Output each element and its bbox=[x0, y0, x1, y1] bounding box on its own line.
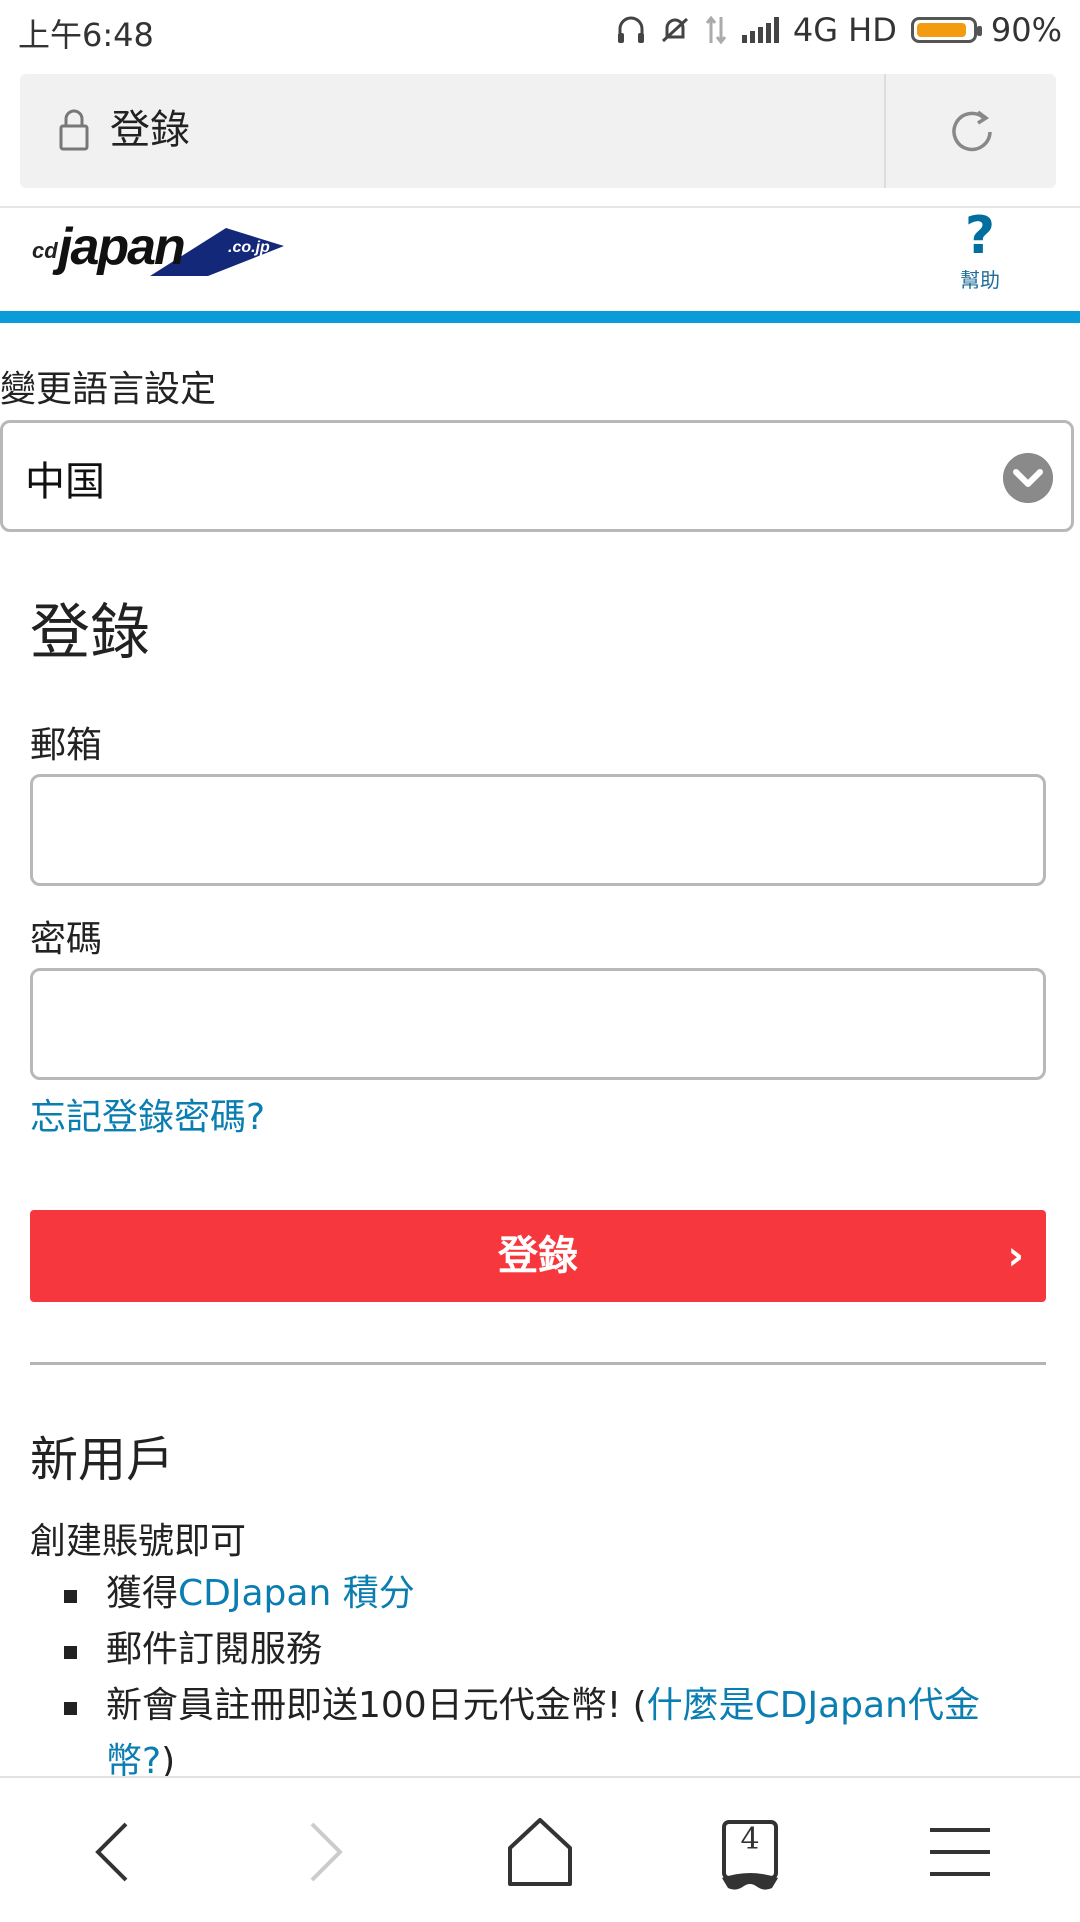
home-icon[interactable] bbox=[500, 1812, 580, 1892]
status-time: 上午6:48 bbox=[18, 16, 154, 54]
tab-count: 4 bbox=[740, 1822, 760, 1857]
language-selected: 中国 bbox=[25, 459, 105, 505]
chevron-right-icon: › bbox=[1007, 1233, 1024, 1279]
section-divider bbox=[30, 1362, 1046, 1365]
chevron-down-icon bbox=[1003, 453, 1053, 503]
list-item: 獲得CDJapan 積分 bbox=[30, 1566, 1040, 1622]
cdjapan-logo[interactable]: cd japan .co.jp bbox=[30, 220, 290, 280]
help-label: 幫助 bbox=[960, 268, 1000, 292]
menu-icon[interactable] bbox=[920, 1812, 1000, 1892]
svg-text:cd: cd bbox=[32, 238, 58, 263]
lock-icon bbox=[59, 109, 89, 151]
browser-bottom-nav: 4 bbox=[0, 1776, 1080, 1922]
tabs-button[interactable]: 4 bbox=[710, 1812, 790, 1892]
address-divider bbox=[884, 74, 886, 188]
list-item: 新會員註冊即送100日元代金幣! (什麼是CDJapan代金幣?) bbox=[30, 1678, 1040, 1790]
password-field[interactable] bbox=[30, 968, 1046, 1080]
svg-text:japan: japan bbox=[52, 220, 184, 276]
back-icon[interactable] bbox=[74, 1812, 154, 1892]
login-title: 登錄 bbox=[30, 598, 150, 668]
headphones-icon bbox=[617, 16, 644, 43]
forgot-password-link[interactable]: 忘記登錄密碼? bbox=[30, 1088, 265, 1140]
svg-text:.co.jp: .co.jp bbox=[228, 239, 270, 256]
forward-icon[interactable] bbox=[284, 1812, 364, 1892]
help-icon: ? bbox=[964, 206, 996, 266]
reload-icon[interactable] bbox=[944, 104, 1000, 160]
help-button[interactable]: ? 幫助 bbox=[940, 208, 1020, 308]
language-select[interactable]: 中国 bbox=[0, 420, 1074, 532]
new-user-intro: 創建賬號即可 bbox=[30, 1521, 247, 1562]
language-label: 變更語言設定 bbox=[0, 369, 217, 410]
status-icons: 4G HD 90% bbox=[616, 10, 1062, 50]
email-label: 郵箱 bbox=[30, 725, 103, 766]
new-user-title: 新用戶 bbox=[30, 1432, 175, 1488]
login-button-label: 登錄 bbox=[498, 1233, 578, 1279]
password-label: 密碼 bbox=[30, 919, 103, 960]
address-bar[interactable]: 登錄 bbox=[20, 74, 1056, 188]
site-header: cd japan .co.jp ? 幫助 bbox=[0, 206, 1080, 322]
points-link[interactable]: CDJapan 積分 bbox=[178, 1573, 415, 1614]
email-field[interactable] bbox=[30, 774, 1046, 886]
mute-bell-icon bbox=[661, 17, 688, 43]
network-type: 4G HD bbox=[792, 11, 897, 49]
header-accent-bar bbox=[0, 311, 1080, 323]
benefits-list: 獲得CDJapan 積分 郵件訂閱服務 新會員註冊即送100日元代金幣! (什麼… bbox=[30, 1566, 1040, 1790]
battery-percent: 90% bbox=[990, 11, 1062, 49]
status-bar: 上午6:48 4G HD 90% bbox=[0, 0, 1080, 62]
login-button[interactable]: 登錄 › bbox=[30, 1210, 1046, 1302]
data-transfer-icon bbox=[705, 15, 727, 45]
page-title[interactable]: 登錄 bbox=[110, 100, 190, 160]
battery-icon bbox=[910, 17, 982, 43]
signal-icon bbox=[741, 17, 779, 43]
list-item: 郵件訂閱服務 bbox=[30, 1622, 1040, 1678]
